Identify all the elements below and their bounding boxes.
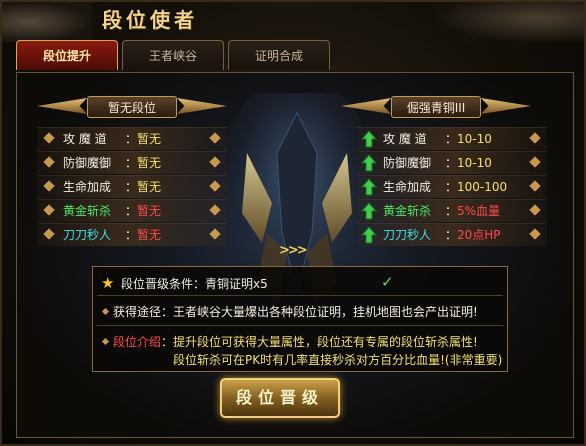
current-attr-row: 防御魔御 ：暂无 — [37, 151, 227, 174]
wing-ornament-icon — [37, 98, 87, 114]
diamond-bullet-icon — [209, 228, 221, 240]
source-line: 获得途径：王者峡谷大量爆出各种段位证明，挂机地图也会产出证明! — [113, 305, 478, 319]
diamond-bullet-icon — [529, 132, 541, 144]
diamond-bullet-icon — [529, 156, 541, 168]
current-rank-plate: 暂无段位 — [37, 94, 227, 120]
attr-label: 攻 魔 道 — [383, 132, 427, 146]
attr-label: 攻 魔 道 — [63, 132, 107, 146]
attr-value: ：暂无 — [125, 180, 162, 194]
green-up-arrow-icon — [361, 202, 377, 220]
next-attr-row: 攻 魔 道 ：10-10 — [357, 127, 547, 150]
condition-line: 段位晋级条件：青铜证明x5 — [121, 277, 268, 291]
next-attr-row: 生命加成 ：100-100 — [357, 175, 547, 198]
check-icon: ✓ — [381, 273, 394, 291]
attr-value: ：10-10 — [445, 156, 492, 170]
diamond-bullet-icon — [209, 132, 221, 144]
diamond-bullet-icon — [43, 156, 55, 168]
attr-value: ：10-10 — [445, 132, 492, 146]
divider — [97, 295, 503, 296]
star-icon: ★ — [101, 274, 115, 292]
attr-label: 刀刀秒人 — [383, 228, 432, 242]
wing-ornament-icon — [481, 98, 531, 114]
attr-value: ：暂无 — [125, 156, 162, 170]
green-up-arrow-icon — [361, 226, 377, 244]
current-attr-row: 刀刀秒人 ：暂无 — [37, 223, 227, 246]
attr-label: 防御魔御 — [383, 156, 432, 170]
diamond-bullet-icon — [209, 180, 221, 192]
green-up-arrow-icon — [361, 154, 377, 172]
next-rank-plate: 倔强青铜III — [341, 94, 531, 120]
info-panel: ★ 段位晋级条件：青铜证明x5 ✓ 获得途径：王者峡谷大量爆出各种段位证明，挂机… — [92, 266, 508, 372]
intro-line-2: 段位斩杀可在PK时有几率直接秒杀对方百分比血量!(非常重要) — [173, 353, 503, 367]
attr-value: ：5%血量 — [445, 204, 501, 218]
intro-line-1: 段位介绍：提升段位可获得大量属性，段位还有专属的段位斩杀属性! — [113, 335, 478, 349]
current-attr-row: 生命加成 ：暂无 — [37, 175, 227, 198]
attr-label: 刀刀秒人 — [63, 228, 112, 242]
attr-label: 生命加成 — [63, 180, 112, 194]
wing-ornament-icon — [341, 98, 391, 114]
next-rank-name: 倔强青铜III — [391, 96, 481, 118]
diamond-bullet-icon — [43, 228, 55, 240]
attr-value: ：暂无 — [125, 204, 162, 218]
tab-king-canyon[interactable]: 王者峡谷 — [122, 40, 224, 70]
next-attr-row: 刀刀秒人 ：20点HP — [357, 223, 547, 246]
current-rank-name: 暂无段位 — [87, 96, 177, 118]
diamond-bullet-icon — [209, 204, 221, 216]
next-attr-row: 黄金斩杀 ：5%血量 — [357, 199, 547, 222]
attr-label: 黄金斩杀 — [63, 204, 112, 218]
tab-rank-upgrade[interactable]: 段位提升 — [16, 40, 118, 70]
tab-proof-synthesis[interactable]: 证明合成 — [228, 40, 330, 70]
tab-bar: 段位提升 王者峡谷 证明合成 — [16, 40, 576, 72]
attr-label: 黄金斩杀 — [383, 204, 432, 218]
diamond-bullet-icon — [43, 204, 55, 216]
attr-label: 防御魔御 — [63, 156, 112, 170]
diamond-bullet-icon — [209, 156, 221, 168]
divider — [97, 325, 503, 326]
diamond-bullet-icon — [101, 307, 110, 316]
dragon-ornament-left — [2, 2, 92, 42]
wing-ornament-icon — [177, 98, 227, 114]
upgrade-direction-arrows: >>> — [279, 243, 308, 258]
rank-upgrade-button[interactable]: 段位晋级 — [220, 378, 340, 418]
game-window: 段位使者 段位提升 王者峡谷 证明合成 暂无段位 倔强青铜III 攻 魔 道 ：… — [0, 0, 586, 446]
attr-value: ：20点HP — [445, 228, 501, 242]
diamond-bullet-icon — [101, 337, 110, 346]
dragon-ornament-right — [434, 2, 584, 42]
green-up-arrow-icon — [361, 178, 377, 196]
next-attr-row: 防御魔御 ：10-10 — [357, 151, 547, 174]
diamond-bullet-icon — [529, 204, 541, 216]
current-attr-row: 攻 魔 道 ：暂无 — [37, 127, 227, 150]
green-up-arrow-icon — [361, 130, 377, 148]
diamond-bullet-icon — [43, 132, 55, 144]
attr-value: ：暂无 — [125, 132, 162, 146]
diamond-bullet-icon — [43, 180, 55, 192]
attr-label: 生命加成 — [383, 180, 432, 194]
window-title: 段位使者 — [102, 8, 198, 32]
current-attr-row: 黄金斩杀 ：暂无 — [37, 199, 227, 222]
diamond-bullet-icon — [529, 228, 541, 240]
diamond-bullet-icon — [529, 180, 541, 192]
attr-value: ：暂无 — [125, 228, 162, 242]
attr-value: ：100-100 — [445, 180, 508, 194]
